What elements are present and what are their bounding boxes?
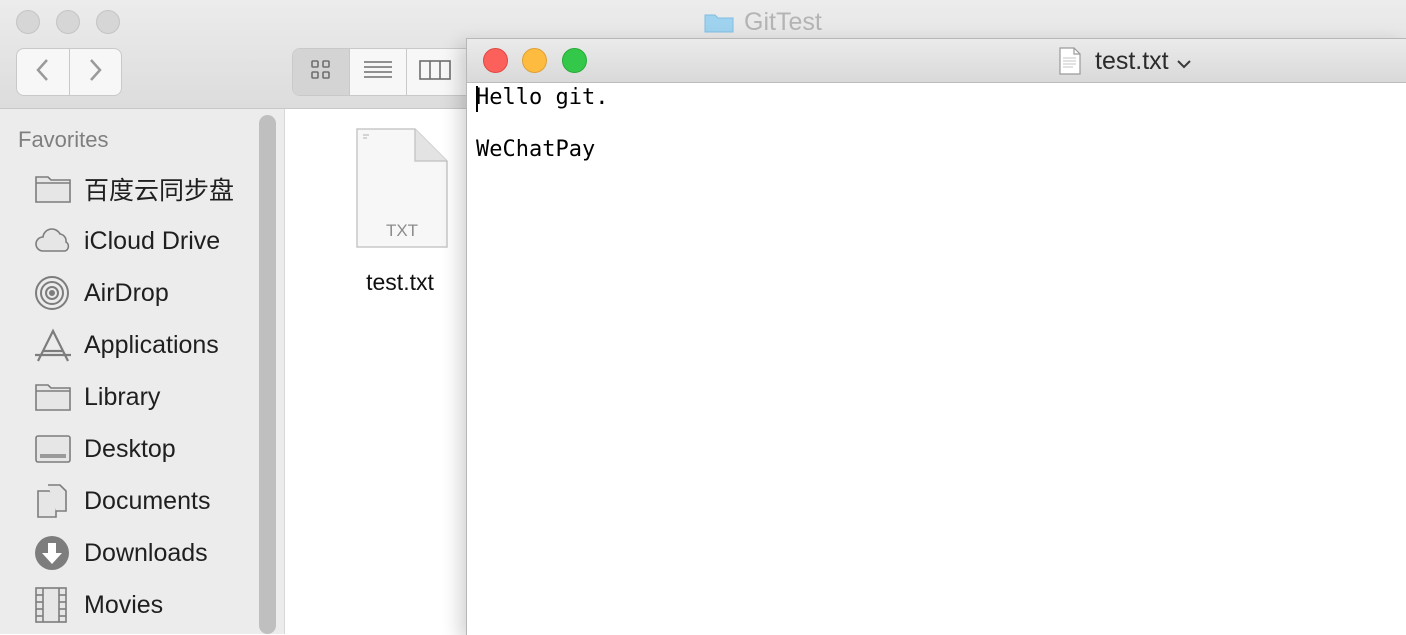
- sidebar-item-label: Downloads: [84, 538, 208, 567]
- list-icon: [363, 59, 393, 86]
- icon-view-button[interactable]: [293, 49, 349, 95]
- chevron-left-icon: [35, 58, 51, 87]
- document-title-text: test.txt: [1095, 46, 1169, 75]
- minimize-button[interactable]: [522, 48, 547, 73]
- file-item-test-txt[interactable]: TXT test.txt: [335, 127, 467, 296]
- documents-icon: [34, 483, 74, 519]
- finder-close-button[interactable]: [16, 10, 40, 34]
- text-editor-area[interactable]: Hello git. WeChatPay: [467, 83, 1406, 635]
- forward-button[interactable]: [68, 49, 122, 95]
- folder-icon: [704, 11, 734, 33]
- grid-icon: [310, 59, 332, 86]
- sidebar-item-library[interactable]: Library: [0, 371, 262, 423]
- cloud-icon: [34, 223, 74, 259]
- textedit-window: test.txt Hello git. WeChatPay: [466, 38, 1406, 635]
- movies-icon: [34, 587, 74, 623]
- finder-zoom-button[interactable]: [96, 10, 120, 34]
- sidebar-item-downloads[interactable]: Downloads: [0, 527, 262, 579]
- document-icon: [1059, 47, 1081, 75]
- folder-icon: [34, 171, 74, 207]
- favorites-list: 百度云同步盘 iCloud Drive AirDrop Applications…: [0, 163, 262, 631]
- columns-icon: [419, 59, 451, 86]
- sidebar-item-label: Library: [84, 382, 161, 411]
- finder-content-area: TXT test.txt: [284, 109, 467, 634]
- sidebar-item-movies[interactable]: Movies: [0, 579, 262, 631]
- list-view-button[interactable]: [349, 49, 406, 95]
- file-type-badge: TXT: [385, 221, 419, 240]
- sidebar-item-baidu-sync[interactable]: 百度云同步盘: [0, 163, 262, 215]
- downloads-icon: [34, 535, 74, 571]
- file-name: test.txt: [366, 269, 434, 295]
- document-title[interactable]: test.txt: [1059, 45, 1191, 77]
- column-view-button[interactable]: [406, 49, 463, 95]
- sidebar-item-documents[interactable]: Documents: [0, 475, 262, 527]
- back-forward-buttons: [16, 48, 122, 96]
- sidebar-item-label: Movies: [84, 590, 164, 619]
- chevron-down-icon: [1176, 47, 1191, 76]
- sidebar-scrollbar[interactable]: [259, 115, 276, 634]
- sidebar-item-label: iCloud Drive: [84, 226, 221, 255]
- applications-icon: [34, 327, 74, 363]
- view-mode-buttons: [292, 48, 474, 96]
- chevron-right-icon: [87, 58, 103, 87]
- sidebar-item-label: Documents: [84, 486, 211, 515]
- sidebar-item-icloud-drive[interactable]: iCloud Drive: [0, 215, 262, 267]
- back-button[interactable]: [17, 49, 69, 95]
- desktop-icon: [34, 431, 74, 467]
- text-line: Hello git.: [476, 85, 609, 110]
- sidebar-item-label: Desktop: [84, 434, 176, 463]
- sidebar-item-label: 百度云同步盘: [84, 177, 235, 205]
- close-button[interactable]: [483, 48, 508, 73]
- sidebar-item-label: AirDrop: [84, 278, 169, 307]
- airdrop-icon: [34, 275, 74, 311]
- finder-minimize-button[interactable]: [56, 10, 80, 34]
- textedit-titlebar: test.txt: [467, 39, 1406, 83]
- text-document-icon: TXT: [355, 127, 449, 249]
- sidebar-item-desktop[interactable]: Desktop: [0, 423, 262, 475]
- finder-window-title: GitTest: [704, 6, 822, 38]
- sidebar-item-label: Applications: [84, 330, 219, 359]
- folder-icon: [34, 379, 74, 415]
- sidebar-item-applications[interactable]: Applications: [0, 319, 262, 371]
- finder-title-text: GitTest: [744, 7, 822, 36]
- text-line: WeChatPay: [476, 137, 596, 162]
- sidebar-item-airdrop[interactable]: AirDrop: [0, 267, 262, 319]
- zoom-button[interactable]: [562, 48, 587, 73]
- finder-sidebar: Favorites 百度云同步盘 iCloud Drive AirDrop Ap…: [0, 109, 284, 634]
- sidebar-heading: Favorites: [18, 127, 109, 152]
